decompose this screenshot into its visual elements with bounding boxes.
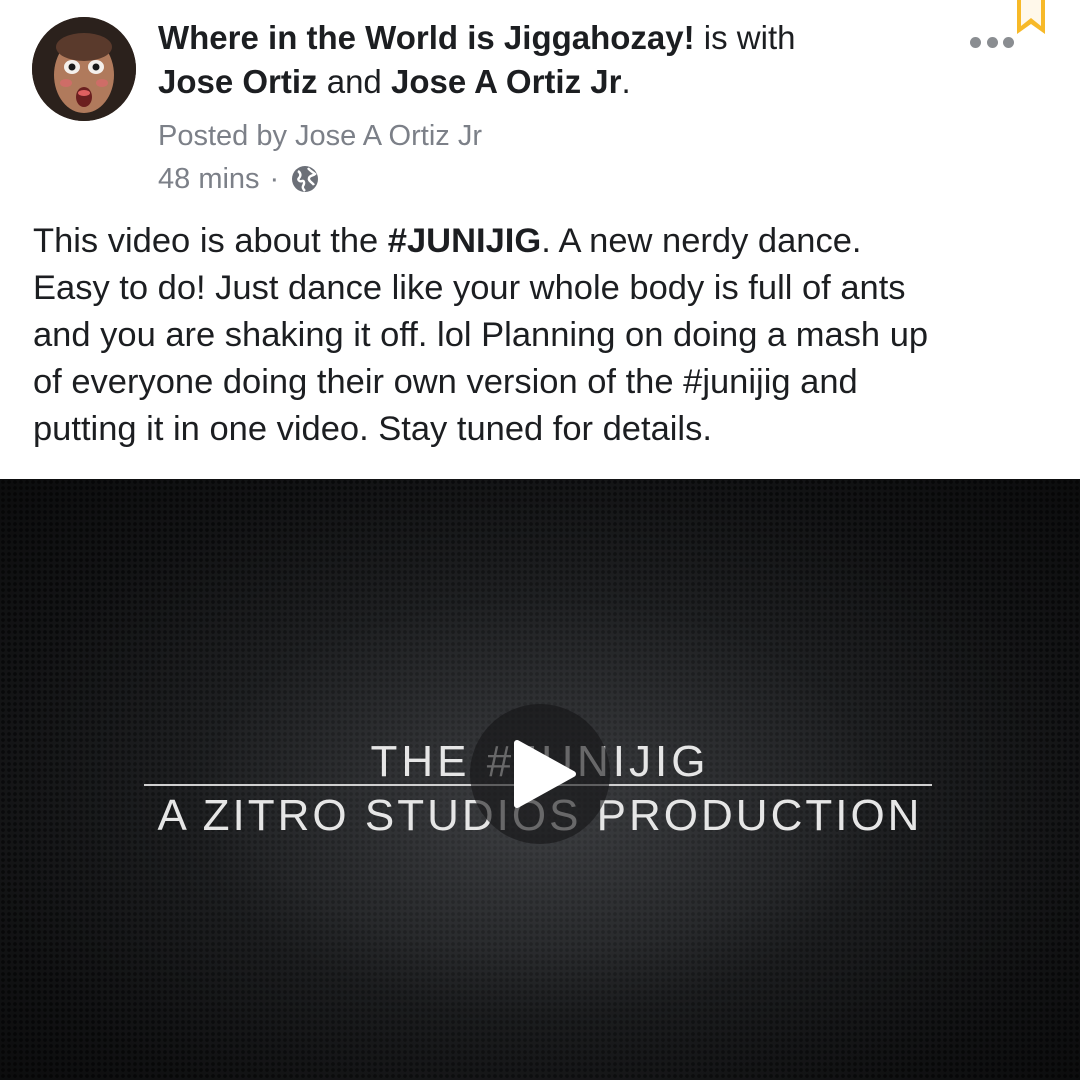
globe-icon[interactable]	[289, 163, 321, 195]
video-player[interactable]: THE #JUNIJIG A ZITRO STUDIOS PRODUCTION	[0, 479, 1080, 1080]
post-card: Where in the World is Jiggahozay! is wit…	[0, 0, 1080, 1080]
bookmark-icon[interactable]	[1015, 0, 1047, 36]
post-text-before: This video is about the	[33, 222, 388, 260]
and-text: and	[317, 63, 391, 100]
header-period: .	[621, 63, 631, 100]
meta-separator: ·	[269, 163, 280, 195]
more-options-icon[interactable]	[970, 34, 1014, 50]
tagged-user-link-2[interactable]: Jose A Ortiz Jr	[391, 63, 621, 100]
post-meta: Posted by Jose A Ortiz Jr 48 mins ·	[158, 116, 482, 199]
profile-avatar[interactable]	[32, 17, 136, 121]
post-text: This video is about the #JUNIJIG. A new …	[33, 218, 1053, 453]
avatar-image	[32, 17, 136, 121]
posted-by-text: Posted by Jose A Ortiz Jr	[158, 120, 482, 152]
timestamp[interactable]: 48 mins	[158, 159, 260, 199]
play-button[interactable]	[470, 704, 610, 844]
post-header: Where in the World is Jiggahozay! is wit…	[158, 16, 948, 104]
page-name-link[interactable]: Where in the World is Jiggahozay!	[158, 19, 695, 56]
tagged-user-link-1[interactable]: Jose Ortiz	[158, 63, 318, 100]
play-icon	[514, 740, 576, 808]
with-text: is with	[694, 19, 796, 56]
hashtag-link[interactable]: #JUNIJIG	[388, 222, 541, 260]
